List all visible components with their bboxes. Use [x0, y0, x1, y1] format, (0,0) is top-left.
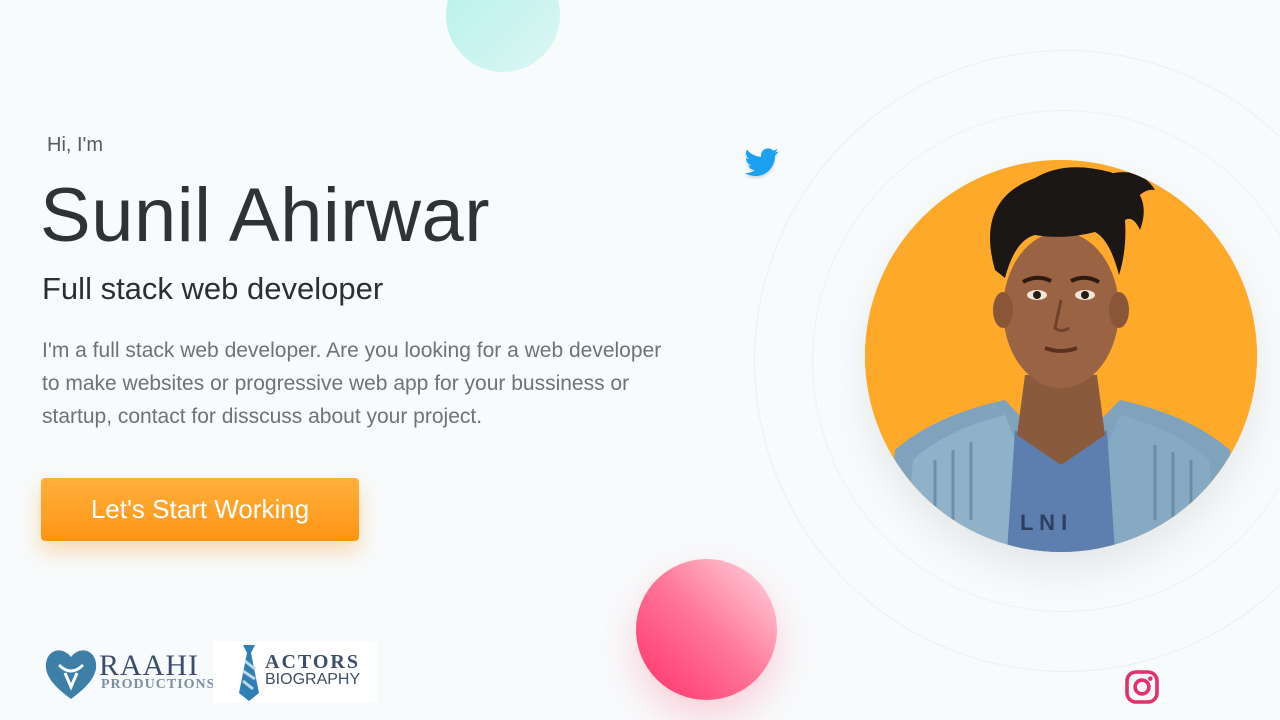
actors-logo-line2: BIOGRAPHY: [265, 671, 361, 688]
svg-text:L N I: L N I: [1020, 510, 1067, 535]
instagram-icon[interactable]: [1124, 669, 1160, 705]
raahi-logo-line2: PRODUCTIONS: [101, 677, 216, 692]
portfolio-hero-page: Hi, I'm Sunil Ahirwar Full stack web dev…: [0, 0, 1280, 720]
twitter-icon[interactable]: [743, 145, 781, 179]
raahi-productions-logo[interactable]: RAAHI PRODUCTIONS: [41, 643, 216, 703]
profile-photo: L N I: [865, 160, 1257, 552]
decorative-pink-bubble: [636, 559, 777, 700]
start-working-button[interactable]: Let's Start Working: [41, 478, 359, 541]
hero-role: Full stack web developer: [42, 271, 384, 306]
hero-name: Sunil Ahirwar: [40, 173, 491, 258]
hero-description: I'm a full stack web developer. Are you …: [42, 339, 662, 428]
hero-greeting: Hi, I'm: [47, 134, 104, 156]
decorative-teal-bubble: [446, 0, 560, 72]
actors-biography-logo[interactable]: ACTORS BIOGRAPHY: [213, 641, 377, 703]
